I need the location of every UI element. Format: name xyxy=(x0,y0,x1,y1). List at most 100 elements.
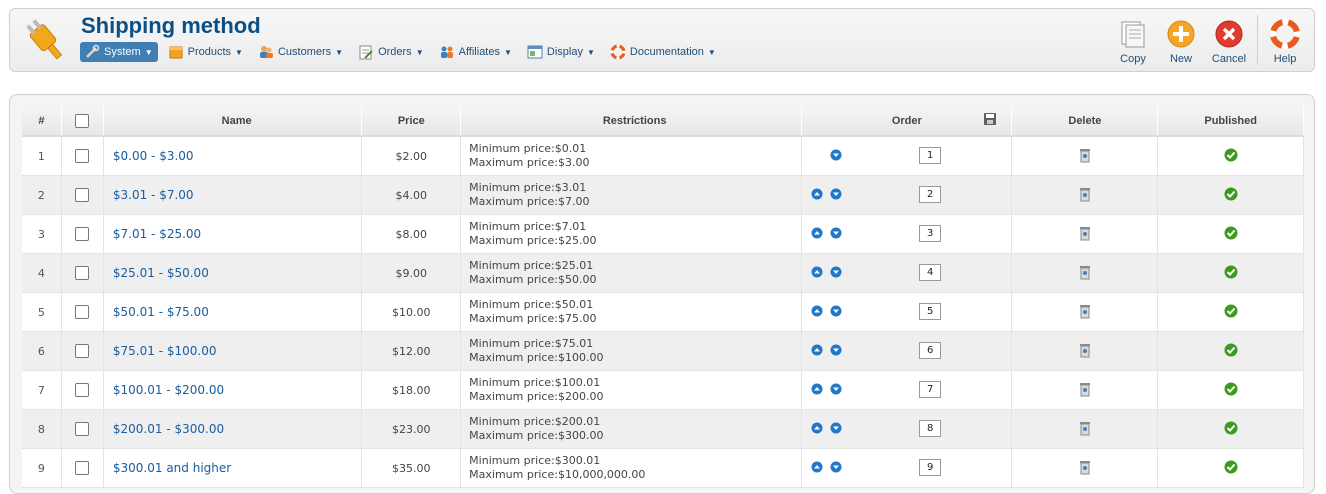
move-down-icon[interactable] xyxy=(830,422,842,434)
shipping-method-name-link[interactable]: $7.01 - $25.00 xyxy=(113,227,201,241)
name-cell: $300.01 and higher xyxy=(103,448,363,488)
shipping-method-name-link[interactable]: $75.01 - $100.00 xyxy=(113,344,217,358)
move-down-icon[interactable] xyxy=(830,149,842,161)
price-cell: $10.00 xyxy=(361,292,462,332)
cancel-button[interactable]: Cancel xyxy=(1205,15,1253,67)
move-up-icon[interactable] xyxy=(811,227,823,239)
published-check-icon[interactable] xyxy=(1224,382,1238,396)
menu-label: Documentation xyxy=(629,46,704,58)
shipping-method-name-link[interactable]: $300.01 and higher xyxy=(113,461,231,475)
row-checkbox[interactable] xyxy=(75,188,90,202)
shipping-method-name-link[interactable]: $3.01 - $7.00 xyxy=(113,188,194,202)
row-select-cell xyxy=(61,331,104,371)
published-check-icon[interactable] xyxy=(1224,343,1238,357)
move-up-icon[interactable] xyxy=(811,305,823,317)
column-header-name[interactable]: Name xyxy=(103,106,363,137)
delete-cell xyxy=(1011,136,1159,176)
trash-icon[interactable] xyxy=(1079,303,1091,319)
trash-icon[interactable] xyxy=(1079,264,1091,280)
order-header-label[interactable]: Order xyxy=(892,115,922,127)
published-check-icon[interactable] xyxy=(1224,421,1238,435)
save-order-icon[interactable] xyxy=(983,112,997,126)
help-button[interactable]: Help xyxy=(1264,15,1306,67)
move-down-icon[interactable] xyxy=(830,305,842,317)
menu-products[interactable]: Products ▼ xyxy=(164,42,248,62)
published-check-icon[interactable] xyxy=(1224,265,1238,279)
published-check-icon[interactable] xyxy=(1224,148,1238,162)
move-up-icon[interactable] xyxy=(811,344,823,356)
price-cell: $35.00 xyxy=(361,448,462,488)
shipping-method-name-link[interactable]: $0.00 - $3.00 xyxy=(113,149,194,163)
move-up-icon[interactable] xyxy=(811,422,823,434)
min-price-text: Minimum price:$200.01 xyxy=(469,415,601,428)
published-check-icon[interactable] xyxy=(1224,304,1238,318)
published-check-icon[interactable] xyxy=(1224,226,1238,240)
move-down-icon[interactable] xyxy=(830,344,842,356)
move-up-icon[interactable] xyxy=(811,266,823,278)
select-all-checkbox[interactable] xyxy=(75,113,90,128)
order-input[interactable]: 7 xyxy=(919,381,942,398)
published-check-icon[interactable] xyxy=(1224,460,1238,474)
trash-icon[interactable] xyxy=(1079,147,1091,163)
row-select-cell xyxy=(61,370,104,410)
order-input[interactable]: 5 xyxy=(919,303,942,320)
affiliates-icon xyxy=(439,44,455,60)
move-up-icon[interactable] xyxy=(811,188,823,200)
content-panel: # Name Price Restrictions Order Delete P… xyxy=(9,94,1315,494)
row-checkbox[interactable] xyxy=(75,461,90,475)
row-checkbox[interactable] xyxy=(75,344,90,358)
order-input[interactable]: 2 xyxy=(919,186,942,203)
menu-documentation[interactable]: Documentation ▼ xyxy=(606,42,721,62)
row-checkbox[interactable] xyxy=(75,305,90,319)
trash-icon[interactable] xyxy=(1079,381,1091,397)
move-down-icon[interactable] xyxy=(830,266,842,278)
trash-icon[interactable] xyxy=(1079,342,1091,358)
copy-button[interactable]: Copy xyxy=(1109,15,1157,67)
order-input[interactable]: 3 xyxy=(919,225,942,242)
move-down-icon[interactable] xyxy=(830,227,842,239)
column-header-published[interactable]: Published xyxy=(1157,106,1304,137)
shipping-methods-table: # Name Price Restrictions Order Delete P… xyxy=(22,106,1304,488)
move-down-icon[interactable] xyxy=(830,383,842,395)
row-checkbox[interactable] xyxy=(75,422,90,436)
table-row: 3 $7.01 - $25.00 $8.00 Minimum price:$7.01 M… xyxy=(22,214,1304,254)
order-input[interactable]: 4 xyxy=(919,264,942,281)
trash-icon[interactable] xyxy=(1079,420,1091,436)
row-checkbox[interactable] xyxy=(75,266,90,280)
restrictions-cell: Minimum price:$200.01 Maximum price:$300.… xyxy=(460,409,803,449)
menu-display[interactable]: Display ▼ xyxy=(523,42,600,62)
row-checkbox[interactable] xyxy=(75,227,90,241)
order-cell: 5 xyxy=(801,292,1013,332)
min-price-text: Minimum price:$3.01 xyxy=(469,181,587,194)
order-input[interactable]: 9 xyxy=(919,459,942,476)
order-input[interactable]: 8 xyxy=(919,420,942,437)
cancel-circle-icon xyxy=(1215,20,1243,48)
row-select-cell xyxy=(61,409,104,449)
shipping-method-name-link[interactable]: $100.01 - $200.00 xyxy=(113,383,224,397)
menu-orders[interactable]: Orders ▼ xyxy=(354,42,429,62)
row-checkbox[interactable] xyxy=(75,149,90,163)
delete-cell xyxy=(1011,370,1159,410)
new-button[interactable]: New xyxy=(1157,15,1205,67)
move-up-icon[interactable] xyxy=(811,383,823,395)
move-down-icon[interactable] xyxy=(830,461,842,473)
shipping-method-name-link[interactable]: $25.01 - $50.00 xyxy=(113,266,209,280)
trash-icon[interactable] xyxy=(1079,186,1091,202)
shipping-method-name-link[interactable]: $50.01 - $75.00 xyxy=(113,305,209,319)
move-up-icon[interactable] xyxy=(811,461,823,473)
menu-customers[interactable]: Customers ▼ xyxy=(254,42,348,62)
trash-icon[interactable] xyxy=(1079,225,1091,241)
row-checkbox[interactable] xyxy=(75,383,90,397)
column-header-price[interactable]: Price xyxy=(361,106,462,137)
row-number: 1 xyxy=(22,136,62,176)
trash-icon[interactable] xyxy=(1079,459,1091,475)
table-row: 7 $100.01 - $200.00 $18.00 Minimum price:$1… xyxy=(22,370,1304,410)
order-input[interactable]: 1 xyxy=(919,147,942,164)
menu-affiliates[interactable]: Affiliates ▼ xyxy=(435,42,517,62)
move-down-icon[interactable] xyxy=(830,188,842,200)
row-number: 4 xyxy=(22,253,62,293)
order-input[interactable]: 6 xyxy=(919,342,942,359)
published-check-icon[interactable] xyxy=(1224,187,1238,201)
menu-system[interactable]: System ▼ xyxy=(80,42,158,62)
shipping-method-name-link[interactable]: $200.01 - $300.00 xyxy=(113,422,224,436)
